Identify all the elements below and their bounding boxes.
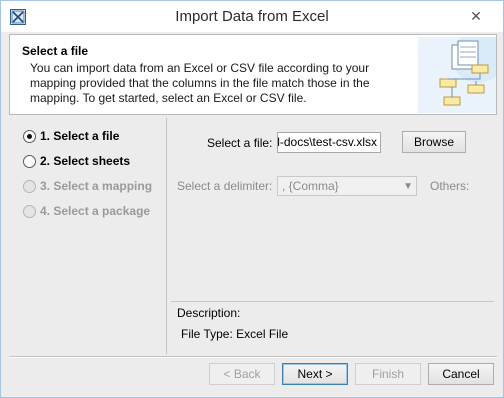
title-bar: Import Data from Excel ✕ <box>1 1 503 32</box>
header-title: Select a file <box>22 44 89 58</box>
wizard-header: Select a file You can import data from a… <box>9 34 497 115</box>
radio-select-file[interactable] <box>23 129 36 143</box>
step-label: 1. Select a file <box>40 129 120 143</box>
delimiter-select: , {Comma} ▼ <box>277 176 417 196</box>
back-button[interactable]: < Back <box>209 363 275 385</box>
steps-panel: 1. Select a file 2. Select sheets 3. Sel… <box>9 118 163 354</box>
step-label: 4. Select a package <box>40 204 151 218</box>
step-select-package: 4. Select a package <box>23 204 150 218</box>
delimiter-label: Select a delimiter: <box>177 179 273 193</box>
radio-select-package <box>23 204 36 218</box>
radio-select-mapping <box>23 179 36 193</box>
step-select-file[interactable]: 1. Select a file <box>23 129 119 143</box>
finish-button[interactable]: Finish <box>355 363 421 385</box>
file-path-input[interactable]: il-docs\test-csv.xlsx <box>277 132 381 153</box>
file-path-value: il-docs\test-csv.xlsx <box>277 135 377 149</box>
description-title: Description: <box>177 306 241 320</box>
delimiter-value: , {Comma} <box>282 179 339 193</box>
footer-divider <box>9 356 497 358</box>
spreadsheet-diagram-icon <box>418 37 496 113</box>
radio-select-sheets[interactable] <box>23 154 36 168</box>
file-label: Select a file: <box>207 136 273 150</box>
others-label: Others: <box>430 179 470 193</box>
window-title: Import Data from Excel <box>175 8 329 25</box>
close-button[interactable]: ✕ <box>465 6 487 26</box>
radio-selected-dot <box>27 133 32 139</box>
header-description: You can import data from an Excel or CSV… <box>30 61 370 105</box>
step-select-mapping: 3. Select a mapping <box>23 179 152 193</box>
import-dialog: Import Data from Excel ✕ Select a file Y… <box>0 0 504 398</box>
step-select-sheets[interactable]: 2. Select sheets <box>23 154 130 168</box>
browse-button[interactable]: Browse <box>402 131 466 153</box>
close-icon: ✕ <box>470 7 482 24</box>
chevron-down-icon: ▼ <box>403 181 413 192</box>
step-label: 2. Select sheets <box>40 154 131 168</box>
step-label: 3. Select a mapping <box>40 179 153 193</box>
file-form-panel: Select a file: il-docs\test-csv.xlsx Bro… <box>166 118 497 354</box>
cancel-button[interactable]: Cancel <box>428 363 494 385</box>
description-panel: Description: File Type: Excel File <box>171 301 494 351</box>
next-button[interactable]: Next > <box>282 363 348 385</box>
description-value: File Type: Excel File <box>181 327 289 341</box>
